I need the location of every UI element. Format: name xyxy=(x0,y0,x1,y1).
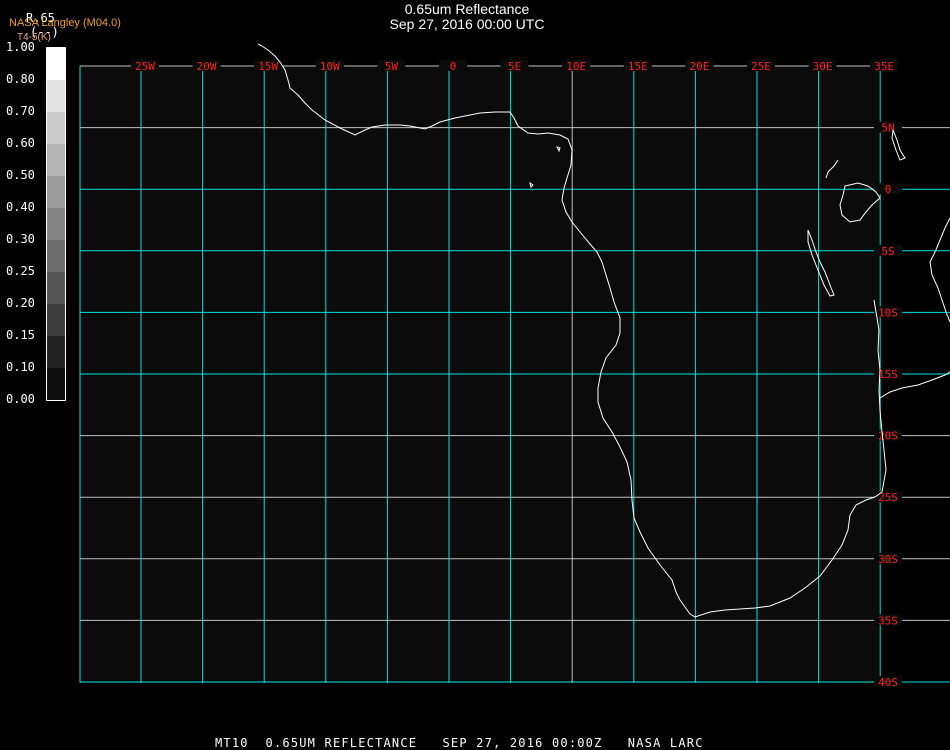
longitude-label: 15W xyxy=(258,60,278,73)
latitude-label: 40S xyxy=(878,676,898,689)
longitude-label: 10W xyxy=(320,60,340,73)
longitude-label: 20E xyxy=(689,60,709,73)
latitude-label: 10S xyxy=(878,306,898,319)
latitude-label: 20S xyxy=(878,430,898,443)
map: 25W 20W 15W 10W 5W 0 5E 10E 15E 20E 25E 30E 35E5N05S… xyxy=(79,43,950,689)
longitude-label: 25E xyxy=(751,60,771,73)
longitude-label: 10E xyxy=(566,60,586,73)
longitude-label: 5E xyxy=(508,60,521,73)
longitude-label: 0 xyxy=(450,60,457,73)
longitude-label: 15E xyxy=(628,60,648,73)
longitude-label: 20W xyxy=(197,60,217,73)
latitude-label: 5S xyxy=(881,245,894,258)
coastline-east-africa xyxy=(929,217,950,323)
longitude-label: 25W xyxy=(135,60,155,73)
longitude-label: 30E xyxy=(813,60,833,73)
latitude-label: 30S xyxy=(878,553,898,566)
latitude-label: 0 xyxy=(885,183,892,196)
longitude-label: 5W xyxy=(385,60,399,73)
latitude-label: 15S xyxy=(878,368,898,381)
latitude-label: 35S xyxy=(878,614,898,627)
longitude-label: 35E xyxy=(874,60,894,73)
footer-caption: MT10 0.65UM REFLECTANCE SEP 27, 2016 00:… xyxy=(215,736,704,750)
